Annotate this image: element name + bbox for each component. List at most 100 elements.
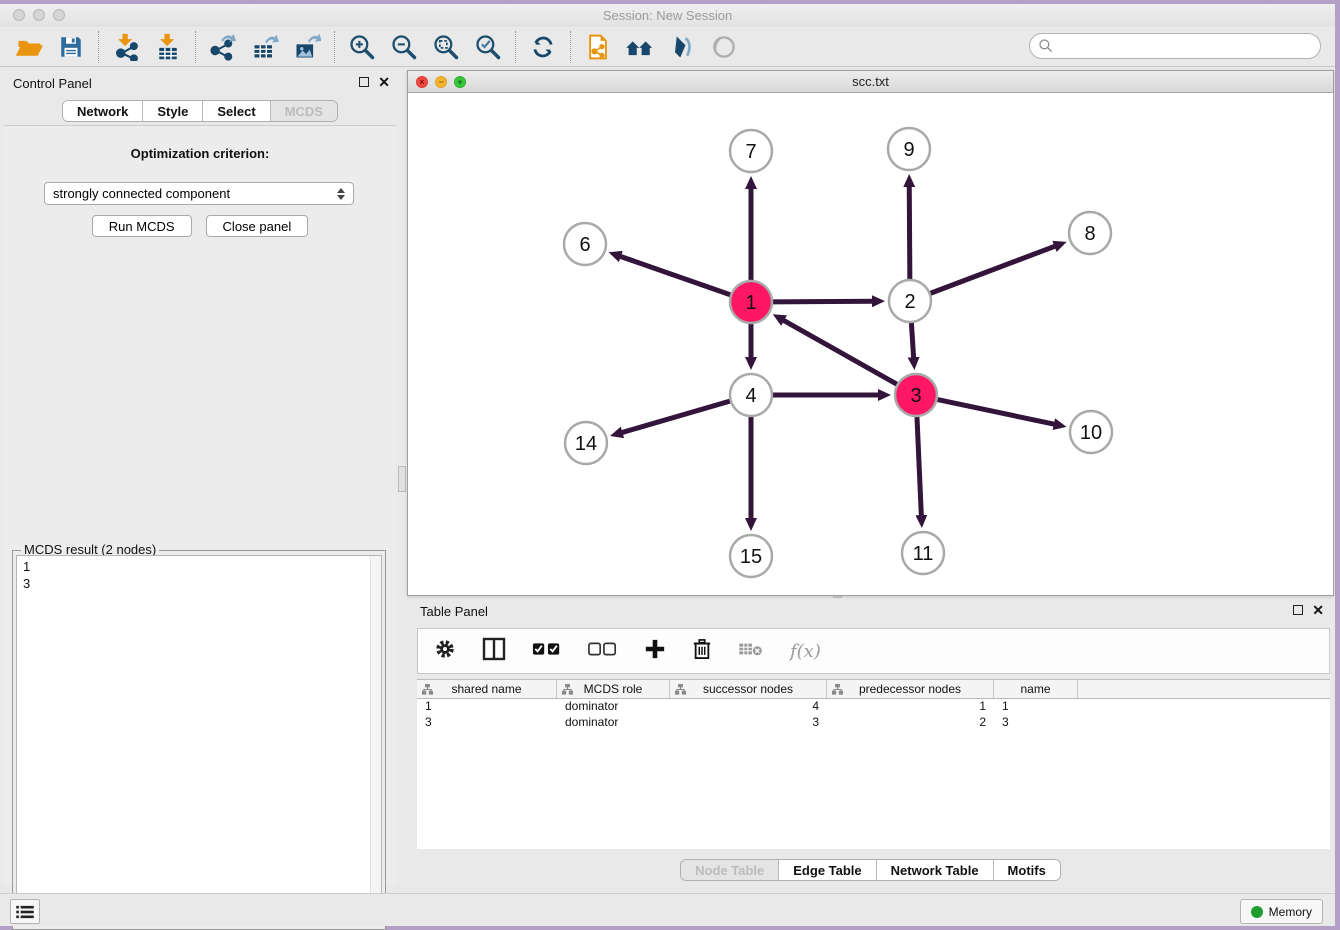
save-icon xyxy=(58,34,84,60)
graph-edge-3-11[interactable] xyxy=(917,417,921,516)
scrollbar[interactable] xyxy=(370,556,381,925)
save-session-button[interactable] xyxy=(50,30,92,64)
show-columns-button[interactable] xyxy=(482,637,506,666)
first-neighbors-button[interactable] xyxy=(619,30,661,64)
close-panel-button[interactable]: Close panel xyxy=(206,215,309,237)
title-bar: Session: New Session xyxy=(0,4,1335,27)
column-header[interactable]: name xyxy=(994,680,1078,698)
graph-edge-3-1[interactable] xyxy=(783,320,897,384)
column-header[interactable]: successor nodes xyxy=(670,680,827,698)
zoom-selected-button[interactable] xyxy=(467,30,509,64)
add-column-button[interactable] xyxy=(644,638,666,665)
table-toolbar: f(x) xyxy=(417,628,1330,674)
graphics-details-button[interactable] xyxy=(661,30,703,64)
tab-style[interactable]: Style xyxy=(143,101,203,121)
hide-details-button[interactable] xyxy=(703,30,745,64)
export-network-button[interactable] xyxy=(202,30,244,64)
deselect-all-button[interactable] xyxy=(588,641,618,662)
network-window-title: scc.txt xyxy=(408,74,1333,89)
import-table-icon xyxy=(154,33,182,61)
graph-edge-4-14[interactable] xyxy=(622,401,730,433)
graph-node-label-4: 4 xyxy=(745,385,756,407)
open-session-button[interactable] xyxy=(8,30,50,64)
optimization-criterion-select[interactable]: strongly connected component xyxy=(44,182,354,205)
network-canvas[interactable]: 7968124314101511 xyxy=(408,93,1333,595)
column-header[interactable]: MCDS role xyxy=(557,680,670,698)
graph-edge-1-6[interactable] xyxy=(620,256,730,295)
graph-edge-2-8[interactable] xyxy=(931,246,1056,293)
zoom-fit-button[interactable] xyxy=(425,30,467,64)
window-title: Session: New Session xyxy=(0,8,1335,23)
search-box[interactable] xyxy=(1029,33,1321,59)
float-panel-icon[interactable] xyxy=(359,77,369,87)
column-header[interactable]: predecessor nodes xyxy=(827,680,994,698)
clone-network-icon xyxy=(584,33,612,61)
hierarchy-icon xyxy=(675,684,686,695)
toolbar-separator xyxy=(334,31,335,63)
task-history-button[interactable] xyxy=(10,899,40,924)
table-panel-title: Table Panel xyxy=(420,604,488,619)
toolbar-separator xyxy=(570,31,571,63)
column-header[interactable]: shared name xyxy=(417,680,557,698)
close-panel-icon[interactable]: ✕ xyxy=(1312,605,1324,615)
refresh-button[interactable] xyxy=(522,30,564,64)
eye-icon xyxy=(710,33,738,61)
run-mcds-button[interactable]: Run MCDS xyxy=(92,215,192,237)
float-panel-icon[interactable] xyxy=(1293,605,1303,615)
export-image-button[interactable] xyxy=(286,30,328,64)
table-panel-footer: Node Table Edge Table Network Table Moti… xyxy=(407,850,1334,890)
clone-network-button[interactable] xyxy=(577,30,619,64)
first-neighbors-icon xyxy=(625,34,655,60)
import-network-button[interactable] xyxy=(105,30,147,64)
delete-row-button[interactable] xyxy=(692,638,712,665)
select-all-button[interactable] xyxy=(532,641,562,662)
trash-icon xyxy=(692,638,712,660)
select-stepper-icon xyxy=(337,188,345,200)
gear-icon xyxy=(434,638,456,660)
tab-node-table[interactable]: Node Table xyxy=(681,860,779,880)
graph-node-label-15: 15 xyxy=(740,546,762,568)
toolbar-separator xyxy=(98,31,99,63)
table-row[interactable]: 3 dominator 3 2 3 xyxy=(417,715,1330,731)
tab-network-table[interactable]: Network Table xyxy=(877,860,994,880)
add-icon xyxy=(644,638,666,660)
control-panel-title: Control Panel xyxy=(13,76,92,91)
function-builder-button[interactable]: f(x) xyxy=(790,641,821,662)
graph-edge-2-3[interactable] xyxy=(911,323,913,358)
export-table-button[interactable] xyxy=(244,30,286,64)
table-settings-button[interactable] xyxy=(434,638,456,665)
optimization-criterion-label: Optimization criterion: xyxy=(4,146,396,161)
search-input[interactable] xyxy=(1054,36,1320,56)
tab-edge-table[interactable]: Edge Table xyxy=(779,860,876,880)
tab-mcds[interactable]: MCDS xyxy=(271,101,337,121)
graph-node-label-7: 7 xyxy=(745,141,756,163)
network-window-titlebar[interactable]: × − + scc.txt xyxy=(408,71,1333,93)
tab-motifs[interactable]: Motifs xyxy=(994,860,1060,880)
control-panel-tabs: Network Style Select MCDS xyxy=(0,100,400,122)
delete-column-button[interactable] xyxy=(738,640,764,663)
tab-select[interactable]: Select xyxy=(203,101,270,121)
graph-node-label-1: 1 xyxy=(745,292,756,314)
graph-edge-2-9[interactable] xyxy=(909,186,910,279)
zoom-out-button[interactable] xyxy=(383,30,425,64)
import-table-button[interactable] xyxy=(147,30,189,64)
mcds-result-line: 3 xyxy=(23,575,375,592)
mcds-result-text[interactable]: 1 3 xyxy=(16,555,382,926)
open-folder-icon xyxy=(15,33,43,61)
graph-edge-1-2[interactable] xyxy=(773,301,873,302)
delete-column-icon xyxy=(738,640,764,658)
zoom-in-icon xyxy=(348,33,376,61)
graph-edge-3-10[interactable] xyxy=(938,400,1055,425)
control-panel: Control Panel ✕ Network Style Select MCD… xyxy=(0,72,400,890)
hierarchy-icon xyxy=(562,684,573,695)
memory-button[interactable]: Memory xyxy=(1240,899,1323,924)
optimization-criterion-value: strongly connected component xyxy=(53,186,230,201)
table-row[interactable]: 1 dominator 4 1 1 xyxy=(417,699,1330,715)
close-panel-icon[interactable]: ✕ xyxy=(378,77,390,87)
vertical-splitter-handle[interactable] xyxy=(398,466,406,492)
hierarchy-icon xyxy=(422,684,433,695)
node-table: shared name MCDS role successor nodes pr… xyxy=(417,679,1330,849)
zoom-in-button[interactable] xyxy=(341,30,383,64)
main-toolbar xyxy=(0,27,1335,67)
tab-network[interactable]: Network xyxy=(63,101,143,121)
